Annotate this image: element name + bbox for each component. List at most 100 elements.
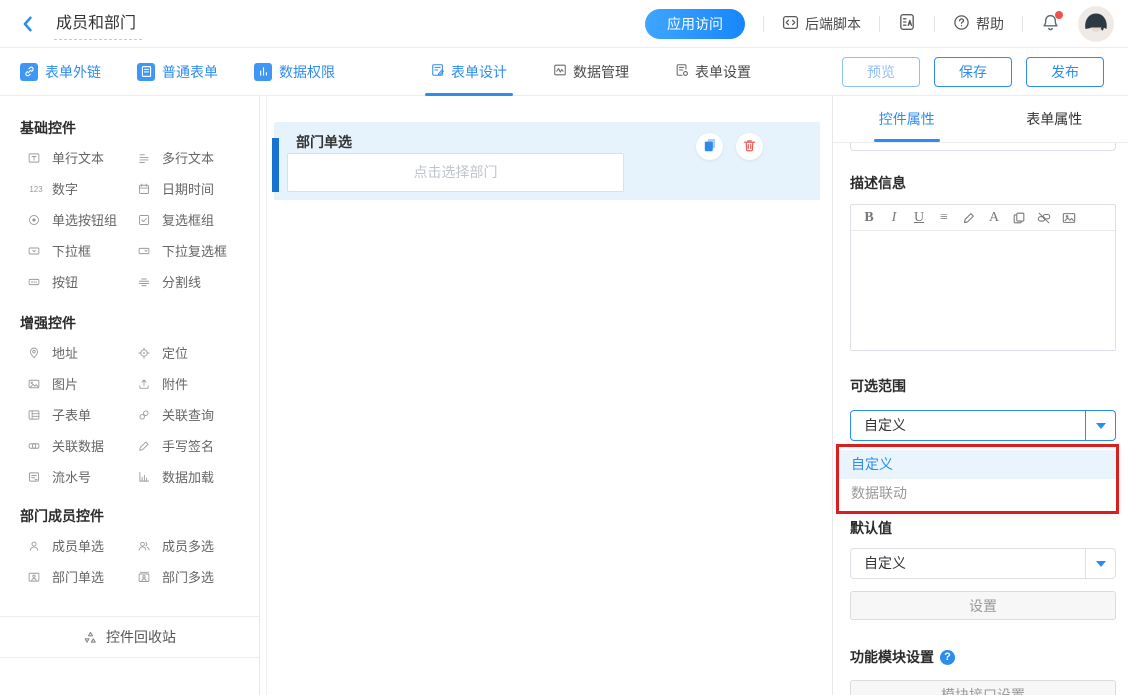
action-button[interactable]: 预览 xyxy=(842,57,920,87)
multi-select-icon xyxy=(138,245,154,257)
widget-item[interactable]: 分割线 xyxy=(138,266,249,297)
linked-data-icon xyxy=(28,440,44,452)
attachment-icon xyxy=(138,378,154,390)
widget-item[interactable]: 图片 xyxy=(28,368,130,399)
description-textarea[interactable] xyxy=(851,231,1115,350)
dropdown-option[interactable]: 数据联动 xyxy=(839,479,1116,508)
question-circle-icon xyxy=(953,14,970,34)
help-button[interactable]: 帮助 xyxy=(953,14,1004,34)
dept-select-input[interactable]: 点击选择部门 xyxy=(287,153,624,192)
widget-item[interactable]: 成员多选 xyxy=(138,530,249,561)
app-access-button[interactable]: 应用访问 xyxy=(645,9,745,39)
default-value-set-button[interactable]: 设置 xyxy=(850,591,1116,620)
pencil-icon[interactable] xyxy=(959,208,979,228)
widget-item[interactable]: 定位 xyxy=(138,337,249,368)
divider xyxy=(879,16,880,32)
toolbar-link[interactable]: 数据权限 xyxy=(254,62,335,82)
contact-book-button[interactable] xyxy=(898,13,916,34)
description-label: 描述信息 xyxy=(850,173,1116,193)
default-value-label: 默认值 xyxy=(850,518,1116,538)
dept-single-icon xyxy=(28,571,44,583)
signature-icon xyxy=(138,440,154,452)
widget-item[interactable]: 成员单选 xyxy=(28,530,130,561)
widget-item[interactable]: 按钮 xyxy=(28,266,130,297)
chevron-down-icon xyxy=(1085,411,1115,440)
avatar[interactable] xyxy=(1078,6,1114,42)
contact-book-icon xyxy=(898,13,916,34)
section-title: 部门成员控件 xyxy=(20,506,249,526)
delete-field-button[interactable] xyxy=(736,133,763,160)
app-root: 成员和部门 应用访问 后端脚本 帮助 xyxy=(0,0,1128,695)
widget-item[interactable]: 部门单选 xyxy=(28,561,130,592)
notification-badge xyxy=(1055,11,1063,19)
module-settings-label: 功能模块设置 xyxy=(850,647,1116,667)
back-button[interactable] xyxy=(18,13,40,35)
question-filled-icon[interactable] xyxy=(940,650,955,665)
linked-query-icon xyxy=(138,409,154,421)
widget-item[interactable]: 流水号 xyxy=(28,461,130,492)
chevron-down-icon xyxy=(1085,549,1115,578)
widget-item[interactable]: 子表单 xyxy=(28,399,130,430)
designer-tab[interactable]: 表单设计 xyxy=(431,48,507,96)
recycle-icon xyxy=(83,630,98,645)
widget-item[interactable]: 日期时间 xyxy=(138,173,249,204)
widget-item[interactable]: 多行文本 xyxy=(138,142,249,173)
form-settings-icon xyxy=(675,63,689,80)
widget-item[interactable]: 123 数字 xyxy=(28,173,130,204)
locate-icon xyxy=(138,347,154,359)
widget-item[interactable]: 复选框组 xyxy=(138,204,249,235)
unlink-icon[interactable] xyxy=(1034,208,1054,228)
bold-icon[interactable]: B xyxy=(859,208,879,228)
page-title[interactable]: 成员和部门 xyxy=(54,7,142,40)
copy-circle-icon xyxy=(702,137,718,156)
description-editor: B I U ≡ A xyxy=(850,204,1116,351)
panel-tab[interactable]: 控件属性 xyxy=(833,96,981,142)
divider-icon xyxy=(138,276,154,288)
widget-item[interactable]: 手写签名 xyxy=(138,430,249,461)
designer-tab[interactable]: 数据管理 xyxy=(553,48,629,96)
widget-recycle-bin[interactable]: 控件回收站 xyxy=(0,617,259,657)
widget-item[interactable]: 下拉框 xyxy=(28,235,130,266)
copy-field-button[interactable] xyxy=(696,133,723,160)
widget-item[interactable]: 数据加载 xyxy=(138,461,249,492)
optional-range-label: 可选范围 xyxy=(850,376,1116,396)
copy-icon[interactable] xyxy=(1009,208,1029,228)
backend-script-button[interactable]: 后端脚本 xyxy=(782,14,861,34)
form-design-icon xyxy=(431,63,445,80)
widget-item[interactable]: 部门多选 xyxy=(138,561,249,592)
toolbar-link[interactable]: 表单外链 xyxy=(20,62,101,82)
align-icon[interactable]: ≡ xyxy=(934,208,954,228)
font-color-icon[interactable]: A xyxy=(984,208,1004,228)
dept-multi-icon xyxy=(138,571,154,583)
widget-item[interactable]: 附件 xyxy=(138,368,249,399)
widget-item[interactable]: 单选按钮组 xyxy=(28,204,130,235)
toolbar-link[interactable]: 普通表单 xyxy=(137,62,218,82)
action-button[interactable]: 保存 xyxy=(934,57,1012,87)
number-icon: 123 xyxy=(28,181,44,196)
optional-range-dropdown: 自定义 数据联动 xyxy=(839,447,1116,511)
address-icon xyxy=(28,347,44,359)
image-small-icon[interactable] xyxy=(1059,208,1079,228)
action-button[interactable]: 发布 xyxy=(1026,57,1104,87)
dropdown-option[interactable]: 自定义 xyxy=(839,450,1116,479)
widget-item[interactable]: 下拉复选框 xyxy=(138,235,249,266)
optional-range-select[interactable]: 自定义 xyxy=(850,410,1116,441)
selected-field-card[interactable]: 部门单选 点击选择部门 xyxy=(274,122,820,200)
data-load-icon xyxy=(138,471,154,483)
underline-icon[interactable]: U xyxy=(909,208,929,228)
widget-item[interactable]: 关联数据 xyxy=(28,430,130,461)
title-input-partial[interactable] xyxy=(850,143,1116,151)
subform-icon xyxy=(28,409,44,421)
property-panel: 控件属性 表单属性 描述信息 B I U xyxy=(832,96,1128,695)
designer-tab[interactable]: 表单设置 xyxy=(675,48,751,96)
default-value-select[interactable]: 自定义 xyxy=(850,548,1116,579)
widget-item[interactable]: 单行文本 xyxy=(28,142,130,173)
widget-item[interactable]: 地址 xyxy=(28,337,130,368)
image-icon xyxy=(28,378,44,390)
italic-icon[interactable]: I xyxy=(884,208,904,228)
notifications-button[interactable] xyxy=(1041,13,1060,35)
button-icon xyxy=(28,276,44,288)
widget-item[interactable]: 关联查询 xyxy=(138,399,249,430)
panel-tab[interactable]: 表单属性 xyxy=(981,96,1128,142)
module-interface-button[interactable]: 模块接口设置 xyxy=(850,680,1116,695)
